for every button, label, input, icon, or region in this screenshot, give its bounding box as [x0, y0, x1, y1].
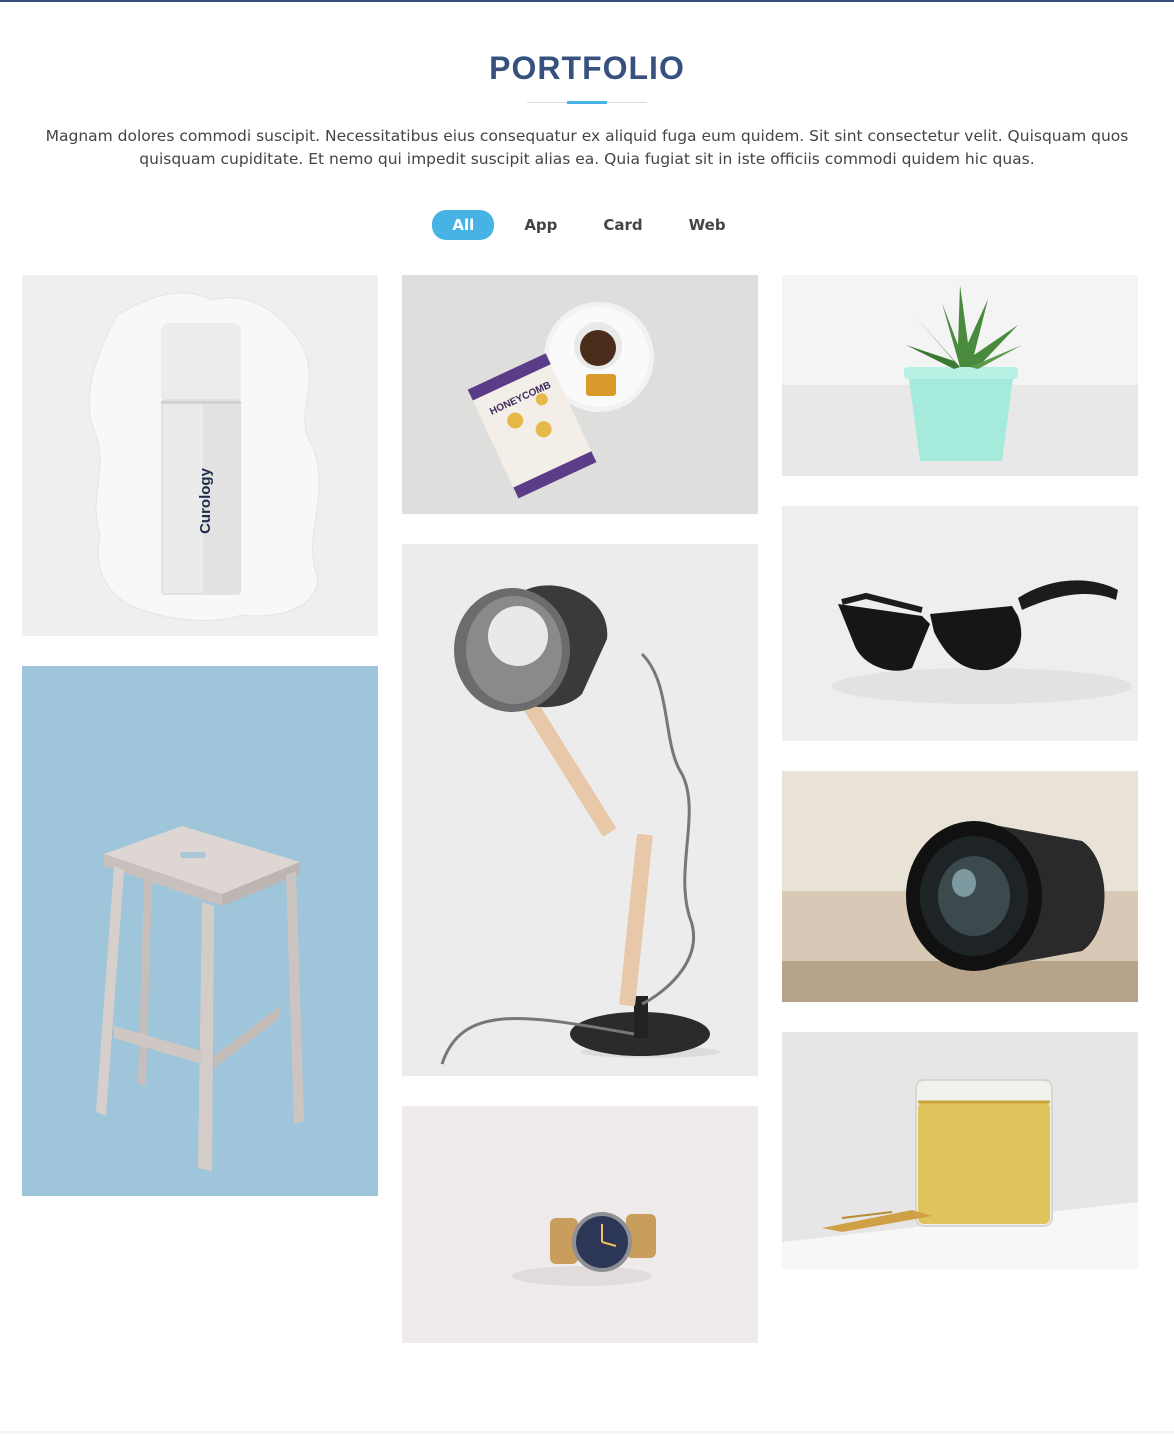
portfolio-item-lens[interactable] — [782, 771, 1138, 1002]
filter-card[interactable]: Card — [587, 210, 658, 240]
honey-image: HONEYCOMB — [402, 275, 758, 514]
portfolio-item-bottle[interactable]: Curology — [22, 275, 378, 636]
filter-app[interactable]: App — [508, 210, 573, 240]
portfolio-item-honey[interactable]: HONEYCOMB — [402, 275, 758, 514]
plant-image — [782, 275, 1138, 476]
portfolio-item-sunglasses[interactable] — [782, 506, 1138, 741]
section-description: Magnam dolores commodi suscipit. Necessi… — [45, 127, 1129, 168]
bottle-brand-text: Curology — [197, 467, 214, 533]
sunglasses-image — [782, 506, 1138, 741]
portfolio-item-lamp[interactable] — [402, 544, 758, 1076]
title-divider — [527, 101, 647, 104]
portfolio-filters: All App Card Web — [0, 210, 1174, 240]
lamp-image — [402, 544, 758, 1076]
section-title: PORTFOLIO — [0, 2, 1174, 104]
portfolio-item-plant[interactable] — [782, 275, 1138, 476]
stool-image — [22, 666, 378, 1196]
filter-web[interactable]: Web — [673, 210, 742, 240]
glass-image — [782, 1032, 1138, 1269]
portfolio-item-glass[interactable] — [782, 1032, 1138, 1269]
bottle-image: Curology — [22, 275, 378, 636]
portfolio-item-stool[interactable] — [22, 666, 378, 1196]
title-divider-accent — [567, 101, 607, 104]
lens-image — [782, 771, 1138, 1002]
page-title: PORTFOLIO — [489, 50, 685, 86]
watch-image — [402, 1106, 758, 1343]
filter-all[interactable]: All — [432, 210, 495, 240]
portfolio-item-watch[interactable] — [402, 1106, 758, 1343]
